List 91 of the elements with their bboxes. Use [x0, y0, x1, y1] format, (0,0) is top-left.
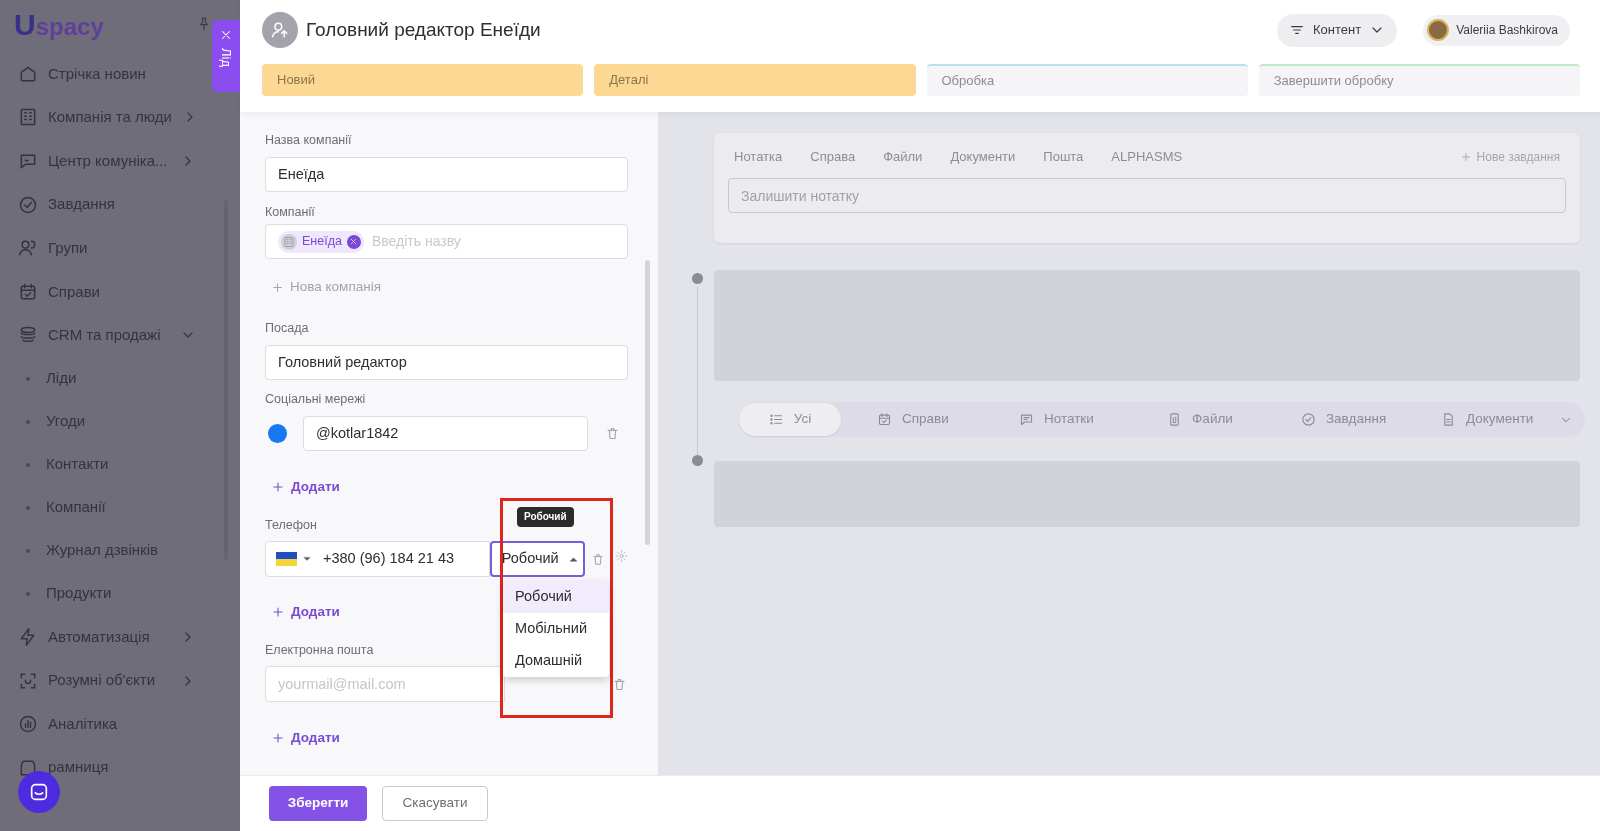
filter-tab[interactable]: Усі [739, 403, 841, 436]
filter-tab[interactable]: Документи [1415, 403, 1559, 436]
chart-icon [18, 714, 38, 735]
calendar-icon [18, 281, 38, 302]
field-label: Компанії [265, 204, 316, 221]
field-label: Назва компанії [265, 132, 353, 149]
sidebar-item[interactable]: Стрічка новин [0, 52, 206, 96]
lead-title: Головний редактор Енеїди [306, 17, 542, 42]
content-dropdown[interactable]: Контент [1277, 13, 1398, 47]
stage-step[interactable]: Деталі [594, 64, 916, 96]
composer-tab[interactable]: Документи [950, 147, 1016, 167]
input-field[interactable]: Енеїда [265, 157, 628, 192]
sidebar-subitem[interactable]: Контакти [0, 443, 206, 487]
plus-icon [271, 280, 284, 294]
composer-tab[interactable]: Справа [810, 147, 856, 167]
gear-icon [614, 549, 628, 563]
field-label: Соціальні мережі [265, 391, 367, 408]
new-task-button[interactable]: Нове завдання [1459, 148, 1560, 166]
sidebar-item[interactable]: Компанія та люди [0, 95, 206, 140]
plus-icon [271, 605, 285, 619]
email-field[interactable]: yourmail@mail.com [265, 666, 505, 702]
sidebar-item[interactable]: Автоматизація [0, 615, 206, 659]
caret-up-icon [568, 554, 578, 564]
save-button[interactable]: Зберегти [269, 786, 367, 821]
menu-option[interactable]: Домашній [503, 645, 609, 677]
menu-option[interactable]: Мобільний [503, 613, 609, 645]
field-label: Електронна пошта [265, 642, 375, 659]
input-field[interactable]: Головний редактор [265, 345, 628, 380]
close-icon [219, 28, 233, 42]
building-icon [281, 233, 297, 250]
sidebar-subitem[interactable]: Компанії [0, 486, 206, 530]
calendar-icon [876, 412, 892, 427]
comment-icon [1018, 412, 1034, 427]
add-link[interactable]: Додати [271, 728, 340, 748]
drawer-tab[interactable]: Лід [212, 20, 240, 92]
note-field[interactable]: Залишити нотатку [728, 178, 1566, 213]
type-select[interactable]: Робочий [489, 541, 585, 577]
stage-step[interactable]: Новий [262, 64, 584, 96]
plus-icon [271, 480, 285, 494]
caret-icon [303, 555, 311, 563]
stage-step[interactable]: Завершити обробку [1258, 64, 1580, 96]
chat-icon [28, 781, 50, 803]
close-icon [349, 237, 359, 246]
user-menu[interactable]: Valeriia Bashkirova [1423, 14, 1570, 46]
sidebar-subitem[interactable]: Продукти [0, 572, 206, 616]
composer-tab[interactable]: Нотатка [734, 147, 783, 167]
trash-icon [612, 676, 627, 692]
add-link[interactable]: Додати [271, 477, 340, 497]
chat-bubble-icon [18, 151, 38, 171]
new-company-link[interactable]: Нова компанія [271, 277, 381, 297]
company-tag[interactable]: Енеїда [278, 230, 364, 253]
sidebar-item[interactable]: Завдання [0, 182, 206, 227]
stage-step[interactable]: Обробка [926, 64, 1248, 96]
filter-tab[interactable]: Нотатки [984, 403, 1129, 436]
sidebar-item[interactable]: Центр комуніка... [0, 139, 206, 183]
lightning-icon [18, 626, 38, 647]
sidebar-subitem[interactable]: Журнал дзвінків [0, 529, 206, 573]
cancel-button[interactable]: Скасувати [382, 786, 488, 821]
sidebar-item[interactable]: Групи [0, 226, 206, 270]
field-label: Телефон [265, 517, 318, 534]
composer-tab[interactable]: Пошта [1043, 147, 1084, 167]
trash-icon [605, 426, 620, 441]
flag-icon [276, 552, 297, 566]
add-link[interactable]: Додати [271, 602, 340, 622]
sidebar-item[interactable]: Аналітика [0, 702, 206, 746]
sidebar-item[interactable]: Розумні об'єкти [0, 658, 206, 703]
filter-tab[interactable]: Справи [841, 403, 985, 436]
scrollbar[interactable] [645, 260, 650, 545]
avatar [1427, 19, 1450, 41]
composer-tab[interactable]: Файли [883, 147, 923, 167]
filter-tab[interactable]: Файли [1128, 403, 1272, 436]
sidebar-item[interactable]: Справи [0, 269, 206, 314]
tooltip: Робочий [517, 507, 574, 527]
trash-icon [590, 551, 605, 567]
building-icon [18, 107, 38, 128]
check-circle-icon [18, 194, 38, 215]
plus-icon [1459, 151, 1472, 163]
list-icon [768, 412, 784, 427]
remove-icon[interactable] [346, 234, 361, 249]
composer-tab[interactable]: ALPHASMS [1111, 147, 1183, 167]
filter-tab[interactable]: Завдання [1271, 403, 1416, 436]
plus-icon [271, 731, 285, 745]
sidebar-subitem[interactable]: Угоди [0, 400, 206, 444]
phone-field[interactable]: +380 (96) 184 21 43 [265, 541, 490, 577]
sidebar-subitem[interactable]: Ліди [0, 357, 206, 401]
check-circle-icon [1300, 412, 1316, 427]
menu-option[interactable]: Робочий [503, 581, 609, 613]
input-field[interactable]: @kotlar1842 [303, 416, 588, 451]
user-icon [270, 20, 290, 40]
sidebar-item[interactable]: CRM та продажі [0, 313, 206, 358]
field-label: Посада [265, 320, 310, 337]
